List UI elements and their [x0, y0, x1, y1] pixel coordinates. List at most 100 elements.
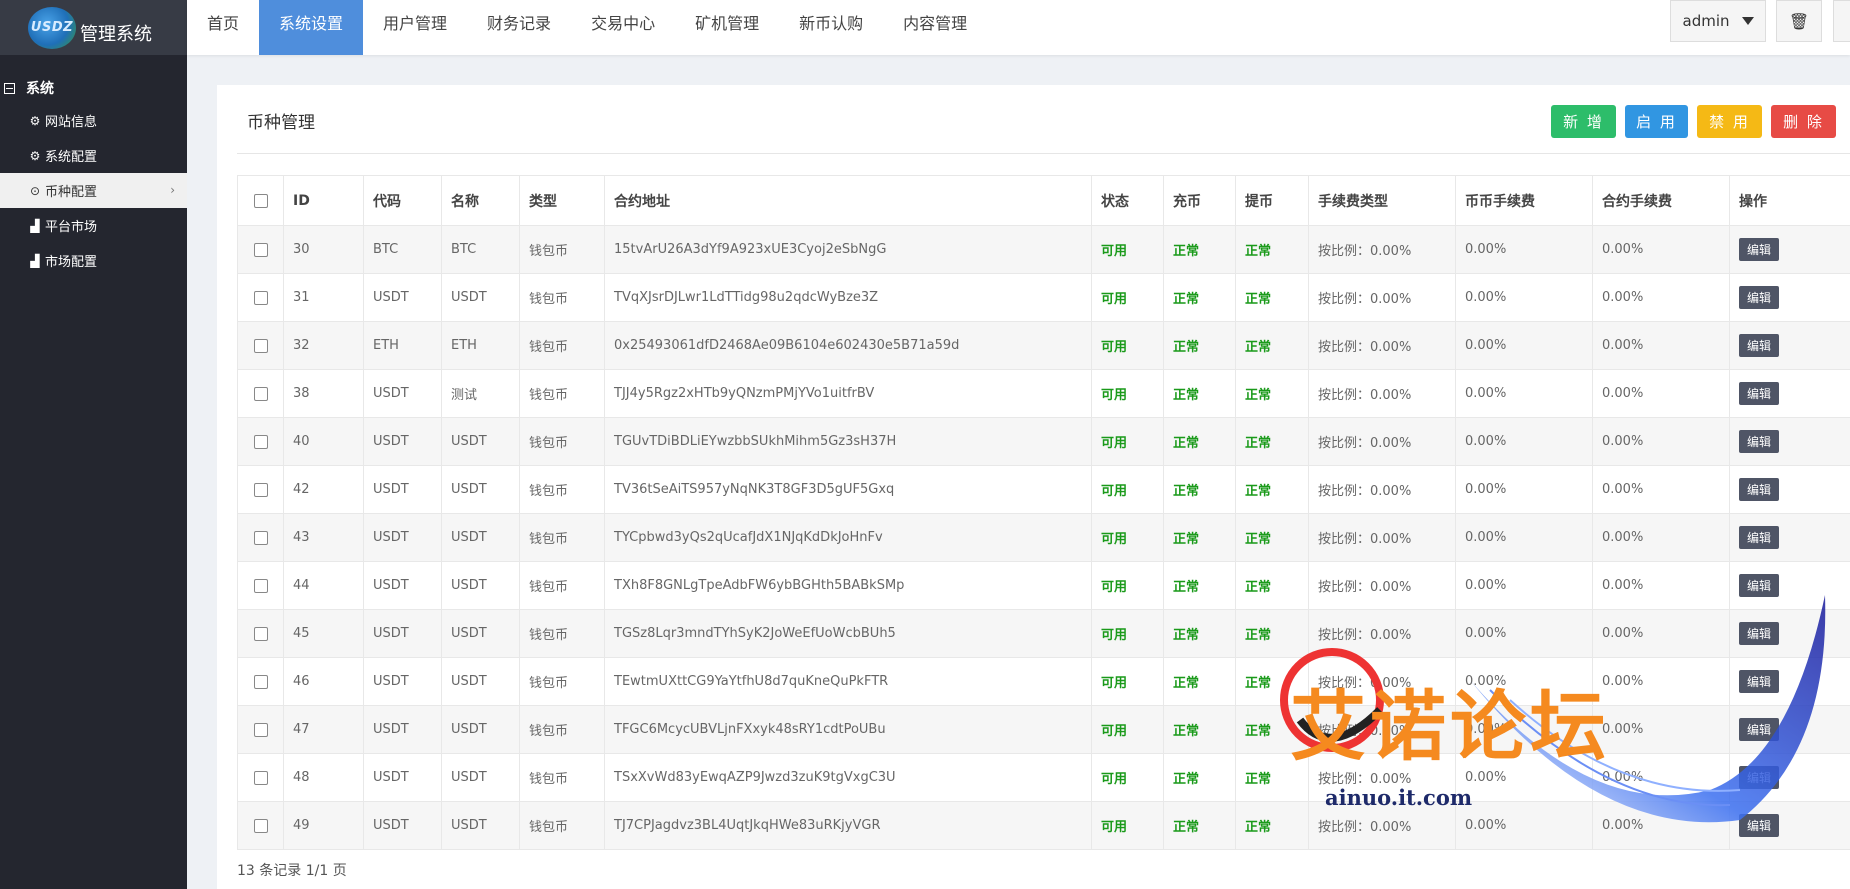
checkbox-icon[interactable]	[254, 578, 268, 593]
table-cell: 钱包币	[519, 369, 605, 418]
table-cell: TV36tSeAiTS957yNqNK3T8GF3D5gUF5Gxq	[604, 465, 1092, 514]
more-button[interactable]	[1833, 0, 1850, 42]
add-button[interactable]: 新 增	[1551, 105, 1616, 138]
checkbox-icon[interactable]	[254, 242, 268, 257]
edit-button[interactable]: 编辑	[1739, 622, 1780, 645]
checkbox-icon[interactable]	[254, 818, 268, 833]
nav-item-5[interactable]: 矿机管理	[675, 0, 779, 55]
edit-button[interactable]: 编辑	[1739, 814, 1780, 837]
nav-item-7[interactable]: 内容管理	[883, 0, 987, 55]
table-cell: USDT	[363, 753, 442, 802]
sidebar-item-4[interactable]: ▟ 市场配置	[0, 243, 187, 278]
row-checkbox[interactable]	[237, 273, 284, 322]
table-cell: 正常	[1163, 513, 1236, 562]
edit-button[interactable]: 编辑	[1739, 574, 1780, 597]
edit-button[interactable]: 编辑	[1739, 334, 1780, 357]
table-cell: USDT	[363, 513, 442, 562]
table-row: 49 USDT USDT 钱包币 TJ7CPJagdvz3BL4UqtJkqHWe83u…	[237, 801, 1850, 850]
row-checkbox[interactable]	[237, 465, 284, 514]
checkbox-icon[interactable]	[254, 338, 268, 353]
table-cell: 0.00%	[1592, 369, 1730, 418]
row-checkbox[interactable]	[237, 417, 284, 466]
user-menu-button[interactable]: admin	[1670, 0, 1766, 42]
sidebar-item-3[interactable]: ▟ 平台市场	[0, 208, 187, 243]
row-checkbox[interactable]	[237, 609, 284, 658]
edit-button[interactable]: 编辑	[1739, 526, 1780, 549]
table-row: 40 USDT USDT 钱包币 TGUvTDiBDLiEYwzbbSUkhMihm5G…	[237, 417, 1850, 466]
checkbox-icon[interactable]	[254, 482, 268, 497]
column-header: ID	[283, 175, 364, 226]
row-checkbox[interactable]	[237, 657, 284, 706]
nav-item-1[interactable]: 系统设置	[259, 0, 364, 55]
table-cell: 正常	[1235, 513, 1309, 562]
checkbox-icon[interactable]	[254, 434, 268, 449]
nav-item-4[interactable]: 交易中心	[571, 0, 675, 55]
table-cell: 编辑	[1729, 417, 1850, 466]
table-cell: 正常	[1163, 753, 1236, 802]
sidebar-group-system[interactable]: 系统	[0, 73, 187, 103]
nav-item-0[interactable]: 首页	[187, 0, 259, 55]
edit-button[interactable]: 编辑	[1739, 766, 1780, 789]
table-cell: 正常	[1163, 225, 1236, 274]
logo[interactable]: USDZ 管理系统	[0, 0, 187, 55]
table-cell: 正常	[1163, 609, 1236, 658]
nav-item-2[interactable]: 用户管理	[363, 0, 467, 55]
table-cell: 正常	[1163, 657, 1236, 706]
sidebar-item-1[interactable]: ⚙ 系统配置	[0, 138, 187, 173]
row-checkbox[interactable]	[237, 801, 284, 850]
edit-button[interactable]: 编辑	[1739, 286, 1780, 309]
checkbox-icon[interactable]	[254, 530, 268, 545]
column-header: 合约手续费	[1592, 175, 1730, 226]
table-cell: 0.00%	[1455, 273, 1593, 322]
row-checkbox[interactable]	[237, 513, 284, 562]
nav-item-3[interactable]: 财务记录	[467, 0, 571, 55]
enable-button[interactable]: 启 用	[1625, 105, 1688, 138]
table-cell: TFGC6McycUBVLjnFXxyk48sRY1cdtPoUBu	[604, 705, 1092, 754]
row-checkbox[interactable]	[237, 321, 284, 370]
table-cell: 正常	[1163, 561, 1236, 610]
table-cell: TGSz8Lqr3mndTYhSyK2JoWeEfUoWcbBUh5	[604, 609, 1092, 658]
table-cell: USDT	[363, 561, 442, 610]
divider	[237, 153, 1850, 154]
table-cell: 31	[283, 273, 364, 322]
row-checkbox[interactable]	[237, 753, 284, 802]
table-cell: 钱包币	[519, 561, 605, 610]
disable-button[interactable]: 禁 用	[1697, 105, 1762, 138]
table-cell: 编辑	[1729, 273, 1850, 322]
delete-button[interactable]: 删 除	[1771, 105, 1836, 138]
table-cell: 按比例：0.00%	[1308, 513, 1456, 562]
table-cell: USDT	[363, 705, 442, 754]
checkbox-icon[interactable]	[254, 386, 268, 401]
nav-item-6[interactable]: 新币认购	[779, 0, 883, 55]
edit-button[interactable]: 编辑	[1739, 670, 1780, 693]
edit-button[interactable]: 编辑	[1739, 430, 1780, 453]
checkbox-icon[interactable]	[254, 626, 268, 641]
checkbox-icon[interactable]	[254, 674, 268, 689]
table-cell: 编辑	[1729, 609, 1850, 658]
table-cell: USDT	[441, 609, 520, 658]
row-checkbox[interactable]	[237, 705, 284, 754]
table-cell: 编辑	[1729, 465, 1850, 514]
select-all-checkbox[interactable]	[237, 175, 284, 226]
clear-cache-button[interactable]: 🗑	[1776, 0, 1822, 42]
sidebar-item-2[interactable]: ⊙ 币种配置 ›	[0, 173, 187, 208]
table-cell: 正常	[1163, 705, 1236, 754]
sidebar-item-0[interactable]: ⚙ 网站信息	[0, 103, 187, 138]
checkbox-icon[interactable]	[254, 722, 268, 737]
table-cell: 编辑	[1729, 753, 1850, 802]
edit-button[interactable]: 编辑	[1739, 718, 1780, 741]
gear-icon: ⚙	[29, 148, 41, 163]
row-checkbox[interactable]	[237, 369, 284, 418]
column-header: 币币手续费	[1455, 175, 1593, 226]
checkbox-icon[interactable]	[254, 770, 268, 785]
edit-button[interactable]: 编辑	[1739, 238, 1780, 261]
edit-button[interactable]: 编辑	[1739, 382, 1780, 405]
table-cell: 0.00%	[1592, 225, 1730, 274]
checkbox-icon[interactable]	[254, 290, 268, 305]
checkbox-icon[interactable]	[254, 193, 268, 208]
row-checkbox[interactable]	[237, 225, 284, 274]
row-checkbox[interactable]	[237, 561, 284, 610]
table-cell: 可用	[1091, 513, 1164, 562]
edit-button[interactable]: 编辑	[1739, 478, 1780, 501]
table-cell: 49	[283, 801, 364, 850]
